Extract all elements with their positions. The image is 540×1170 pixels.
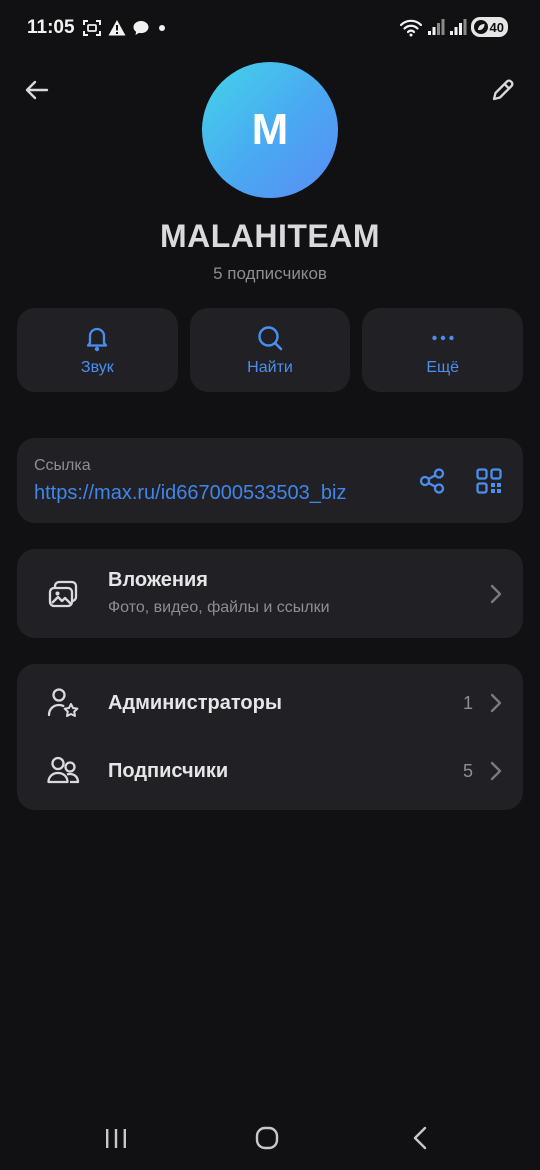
chevron-left-icon [413, 1126, 427, 1150]
subscribers-label: Подписчики [108, 760, 229, 782]
status-right-icons: 40 [399, 17, 508, 37]
battery-saver-icon [473, 20, 488, 34]
chat-bubble-icon [133, 21, 149, 35]
subscribers-row[interactable]: Подписчики 5 [17, 738, 523, 804]
link-card: Ссылка https://max.ru/id667000533503_biz [17, 438, 523, 523]
chevron-right-icon [489, 693, 503, 713]
system-nav-bar [0, 1110, 540, 1170]
home-button[interactable] [247, 1122, 287, 1154]
battery-indicator: 40 [470, 17, 508, 37]
channel-name: MALAHITEAM [159, 218, 381, 254]
screenshot-icon [83, 20, 101, 36]
attachments-row[interactable]: Вложения Фото, видео, файлы и ссылки [17, 549, 523, 638]
share-icon [419, 468, 445, 494]
action-buttons: Звук Найти Ещё [17, 308, 524, 392]
user-star-icon [47, 688, 79, 717]
pencil-icon [492, 79, 514, 101]
signal-icon-2 [449, 19, 467, 35]
gallery-icon [48, 580, 78, 608]
bell-icon [87, 327, 108, 352]
more-button-label: Ещё [426, 359, 460, 376]
attachments-title: Вложения [108, 569, 208, 591]
qr-code-button[interactable] [472, 464, 506, 498]
subscribers-count: 5 подписчиков [213, 264, 327, 283]
signal-icon [427, 19, 445, 35]
recent-apps-button[interactable] [96, 1122, 136, 1154]
users-icon [47, 756, 80, 784]
arrow-left-icon [25, 80, 49, 100]
more-button[interactable]: Ещё [362, 308, 524, 392]
sound-button-label: Звук [80, 359, 114, 376]
attachments-subtitle: Фото, видео, файлы и ссылки [108, 599, 330, 616]
share-link-button[interactable] [415, 464, 449, 498]
dots-icon [431, 335, 454, 341]
sound-button[interactable]: Звук [17, 308, 178, 392]
status-bar: 11:05 40 [0, 0, 540, 56]
admins-row[interactable]: Администраторы 1 [17, 670, 523, 736]
members-card: Администраторы 1 Подписчики 5 [17, 664, 523, 810]
system-back-button[interactable] [400, 1122, 440, 1154]
wifi-icon [399, 19, 422, 37]
edit-button[interactable] [483, 70, 523, 110]
chevron-right-icon [489, 584, 503, 604]
find-button-label: Найти [247, 359, 293, 376]
back-button[interactable] [17, 70, 57, 110]
subscribers-count-value: 5 [462, 761, 473, 781]
battery-level: 40 [489, 19, 504, 35]
recent-apps-icon [106, 1129, 126, 1148]
qr-code-icon [476, 468, 502, 494]
link-title: Ссылка [34, 457, 91, 474]
status-notification-icons [82, 19, 168, 37]
link-url[interactable]: https://max.ru/id667000533503_biz [34, 482, 386, 505]
admins-label: Администраторы [108, 692, 282, 714]
status-time: 11:05 [27, 17, 75, 38]
admins-count: 1 [462, 693, 473, 713]
channel-avatar[interactable]: M [202, 62, 338, 198]
chevron-right-icon [489, 761, 503, 781]
search-icon [258, 326, 283, 351]
dot-icon [159, 25, 165, 31]
find-button[interactable]: Найти [189, 308, 351, 392]
admins-icon-wrap [43, 683, 83, 723]
warning-icon [108, 20, 126, 36]
attachments-icon-wrap [43, 574, 83, 614]
home-icon [255, 1126, 279, 1150]
subscribers-icon-wrap [43, 751, 83, 791]
